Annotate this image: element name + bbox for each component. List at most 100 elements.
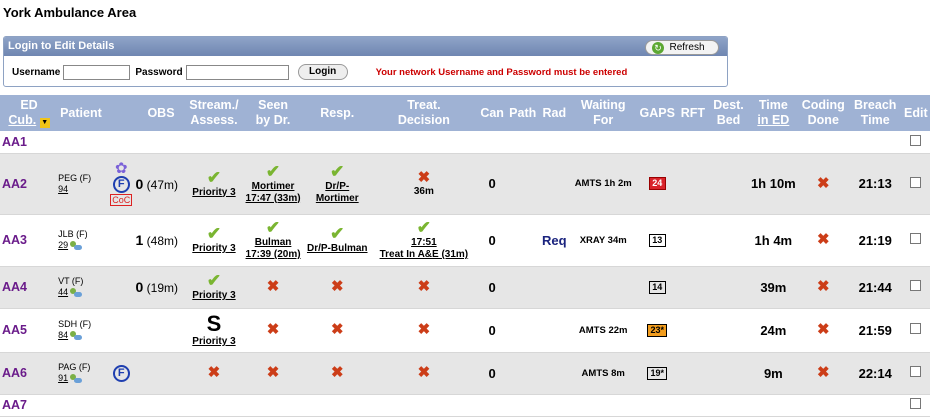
- edit-checkbox[interactable]: [910, 134, 922, 146]
- cross-icon: ✖: [816, 231, 830, 248]
- edit-checkbox[interactable]: [910, 233, 922, 244]
- edit-checkbox[interactable]: [910, 323, 922, 334]
- person-icon[interactable]: [68, 330, 83, 341]
- patient-age[interactable]: 94: [58, 184, 68, 194]
- resp-link[interactable]: Dr/P-Mortimer: [316, 181, 359, 204]
- obs-value[interactable]: 0 (47m): [135, 153, 187, 215]
- stream-link[interactable]: Priority 3: [192, 187, 235, 198]
- check-icon: ✔: [206, 224, 222, 243]
- can-value: 0: [477, 214, 507, 267]
- patient-name[interactable]: SDH (F): [58, 319, 91, 329]
- f-flag-icon: F: [112, 176, 130, 193]
- seen-by-time[interactable]: 17:39 (20m): [246, 249, 301, 260]
- rad-request[interactable]: Req: [539, 214, 570, 267]
- cubicle-label[interactable]: AA2: [0, 153, 59, 215]
- waiting-for: AMTS 1h 2m: [569, 153, 637, 215]
- patient-age[interactable]: 44: [58, 287, 68, 297]
- edit-checkbox[interactable]: [910, 176, 922, 188]
- gaps-badge[interactable]: 23*: [647, 323, 667, 337]
- login-button[interactable]: Login: [297, 64, 348, 80]
- edit-checkbox[interactable]: [910, 280, 922, 291]
- cross-icon: ✖: [266, 321, 280, 338]
- login-header: Login to Edit Details ↻ Refresh: [4, 37, 727, 56]
- sort-down-icon[interactable]: ▼: [39, 118, 50, 128]
- cross-icon: ✖: [417, 278, 431, 295]
- table-row: AA6 PAG (F) 91 F ✖ ✖ ✖ ✖ 0 AMTS 8m 19* 9m…: [0, 352, 930, 395]
- stream-link[interactable]: Priority 3: [192, 243, 235, 254]
- patient-name[interactable]: VT (F): [58, 276, 83, 286]
- check-icon: ✔: [206, 271, 222, 290]
- col-obs: OBS: [135, 95, 187, 131]
- page-title: York Ambulance Area: [3, 5, 137, 20]
- time-in-ed: 9m: [748, 352, 798, 395]
- cubicle-label[interactable]: AA6: [0, 352, 59, 395]
- patient-name[interactable]: JLB (F): [58, 229, 88, 239]
- refresh-button[interactable]: ↻ Refresh: [645, 40, 719, 55]
- stream-link[interactable]: Priority 3: [192, 290, 235, 301]
- can-value: 0: [477, 352, 507, 395]
- col-coding: Coding Done: [797, 95, 849, 131]
- cross-icon: ✖: [417, 321, 431, 338]
- gaps-badge[interactable]: 14: [648, 280, 666, 294]
- breach-time: 21:13: [848, 153, 902, 215]
- cross-icon: ✖: [207, 364, 221, 381]
- login-message: Your network Username and Password must …: [375, 66, 628, 78]
- breach-time: 21:59: [848, 308, 902, 353]
- gaps-badge[interactable]: 24: [648, 177, 666, 190]
- col-time[interactable]: Time in ED: [748, 95, 798, 131]
- seen-by-name[interactable]: Bulman: [255, 237, 292, 248]
- obs-value[interactable]: 1 (48m): [135, 214, 187, 267]
- edit-checkbox[interactable]: [910, 366, 922, 377]
- stream-link[interactable]: Priority 3: [192, 336, 235, 347]
- can-value: 0: [477, 308, 507, 353]
- table-row: AA3 JLB (F) 29 1 (48m) ✔ Priority 3 ✔ Bulma…: [0, 214, 930, 267]
- flower-icon: ✿: [114, 160, 128, 177]
- col-stream: Stream./Assess.: [186, 95, 242, 131]
- cubicle-label[interactable]: AA7: [0, 394, 59, 417]
- time-in-ed: 24m: [748, 308, 798, 353]
- cubicle-label[interactable]: AA5: [0, 308, 59, 353]
- table-row: AA7: [0, 394, 930, 417]
- check-icon: ✔: [416, 218, 431, 237]
- cubicle-label[interactable]: AA1: [0, 131, 59, 154]
- treat-decision-link[interactable]: Treat In A&E (31m): [380, 249, 469, 260]
- col-breach: Breach Time: [848, 95, 902, 131]
- treat-time[interactable]: 17:51: [411, 237, 437, 248]
- patient-name[interactable]: PAG (F): [58, 362, 90, 372]
- check-icon: ✔: [206, 167, 222, 187]
- person-icon[interactable]: [68, 287, 83, 298]
- cross-icon: ✖: [417, 364, 431, 381]
- patient-age[interactable]: 84: [58, 330, 68, 340]
- col-resp: Resp.: [304, 95, 370, 131]
- password-input[interactable]: [185, 64, 289, 80]
- check-icon: ✔: [330, 224, 345, 243]
- cubicle-label[interactable]: AA3: [0, 214, 59, 267]
- table-header: ED Cub. ▼ Patient OBS Stream./Assess. See…: [0, 95, 930, 131]
- gaps-badge[interactable]: 19*: [647, 366, 667, 380]
- breach-time: 22:14: [848, 352, 902, 395]
- patient-name[interactable]: PEG (F): [58, 173, 91, 183]
- password-label: Password: [135, 66, 183, 78]
- table-row: AA5 SDH (F) 84 S Priority 3 ✖ ✖ ✖ 0 AMTS 2…: [0, 308, 930, 353]
- obs-value[interactable]: 0 (19m): [135, 266, 187, 309]
- cubicle-label[interactable]: AA4: [0, 266, 59, 309]
- edit-checkbox[interactable]: [910, 398, 922, 409]
- seen-by-time[interactable]: 17:47 (33m): [246, 193, 301, 204]
- seen-by-name[interactable]: Mortimer: [252, 181, 295, 192]
- cross-icon: ✖: [816, 321, 830, 338]
- username-input[interactable]: [63, 64, 131, 80]
- col-ed-cub[interactable]: ED Cub. ▼: [0, 95, 59, 131]
- time-in-ed: 39m: [748, 266, 798, 309]
- col-rft: RFT: [677, 95, 709, 131]
- patient-age[interactable]: 91: [58, 373, 68, 383]
- person-icon[interactable]: [68, 240, 83, 251]
- person-icon[interactable]: [68, 373, 83, 384]
- waiting-for: XRAY 34m: [569, 214, 637, 267]
- breach-time: 21:19: [848, 214, 902, 267]
- patient-table: ED Cub. ▼ Patient OBS Stream./Assess. See…: [0, 95, 930, 417]
- treat-text: 36m: [413, 185, 434, 197]
- gaps-badge[interactable]: 13: [648, 233, 666, 247]
- resp-link[interactable]: Dr/P-Bulman: [307, 243, 368, 254]
- patient-age[interactable]: 29: [58, 240, 68, 250]
- table-row: AA4 VT (F) 44 0 (19m) ✔ Priority 3 ✖ ✖ ✖ 0…: [0, 266, 930, 309]
